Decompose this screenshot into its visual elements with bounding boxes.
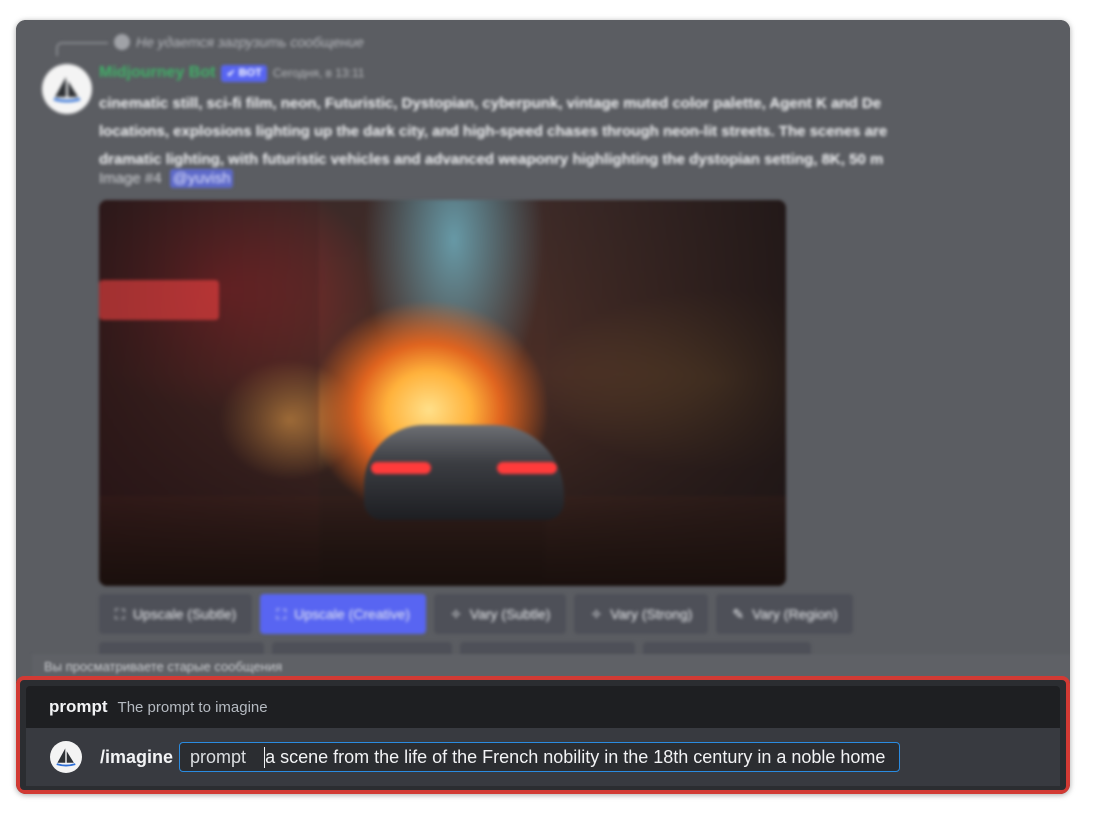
option-hint-bar[interactable]: prompt The prompt to imagine bbox=[26, 686, 1060, 728]
bot-avatar[interactable] bbox=[42, 64, 92, 114]
button-label: Upscale (Creative) bbox=[294, 606, 411, 622]
message-input-row[interactable]: /imagine prompt a scene from the life of… bbox=[26, 728, 1060, 786]
upscale-subtle-button[interactable]: ⛶ Upscale (Subtle) bbox=[99, 594, 253, 634]
message-prompt-text: cinematic still, sci-fi film, neon, Futu… bbox=[99, 90, 1070, 174]
sparkle-icon: ✧ bbox=[590, 605, 603, 622]
brush-icon: ✎ bbox=[732, 605, 745, 622]
upscale-icon: ⛶ bbox=[115, 605, 125, 622]
prompt-line: locations, explosions lighting up the da… bbox=[99, 123, 888, 140]
button-label: Vary (Strong) bbox=[610, 606, 693, 622]
message-timestamp: Сегодня, в 13:11 bbox=[272, 66, 365, 80]
hint-option-name: prompt bbox=[49, 697, 108, 716]
upscale-icon: ⛶ bbox=[276, 605, 287, 622]
image-meta: Image #4 @yuvish bbox=[99, 169, 234, 188]
command-composer: prompt The prompt to imagine /imagine pr… bbox=[16, 676, 1070, 794]
author-name[interactable]: Midjourney Bot bbox=[99, 64, 215, 82]
reply-text: Не удается загрузить сообщение bbox=[136, 34, 364, 50]
vary-strong-button[interactable]: ✧ Vary (Strong) bbox=[574, 594, 709, 634]
vary-region-button[interactable]: ✎ Vary (Region) bbox=[716, 594, 854, 634]
bot-badge-label: BOT bbox=[238, 67, 262, 79]
image-taillight bbox=[497, 462, 557, 474]
hint-option-description: The prompt to imagine bbox=[117, 698, 268, 716]
button-label: Upscale (Subtle) bbox=[132, 606, 237, 622]
midjourney-logo-icon bbox=[56, 748, 76, 767]
message-header: Midjourney Bot ✔ BOT Сегодня, в 13:11 bbox=[99, 64, 364, 82]
midjourney-logo-icon bbox=[53, 77, 81, 103]
vary-subtle-button[interactable]: ✧ Vary (Subtle) bbox=[434, 594, 567, 634]
prompt-line: dramatic lighting, with futuristic vehic… bbox=[99, 151, 884, 168]
reply-reference[interactable]: Не удается загрузить сообщение bbox=[114, 34, 364, 50]
prompt-line: cinematic still, sci-fi film, neon, Futu… bbox=[99, 95, 882, 112]
bot-badge: ✔ BOT bbox=[221, 64, 267, 82]
option-label: prompt bbox=[190, 746, 247, 767]
button-label: Vary (Subtle) bbox=[469, 606, 551, 622]
checkmark-icon: ✔ bbox=[226, 67, 236, 80]
command-app-avatar bbox=[50, 741, 82, 773]
sparkle-icon: ✧ bbox=[450, 605, 462, 622]
generated-image[interactable] bbox=[99, 200, 786, 586]
action-buttons: ⛶ Upscale (Subtle) ⛶ Upscale (Creative) … bbox=[99, 594, 854, 634]
slash-command: /imagine bbox=[100, 746, 174, 767]
prompt-input-value[interactable]: a scene from the life of the French nobi… bbox=[264, 746, 899, 768]
image-label: Image #4 bbox=[99, 170, 162, 187]
reply-connector bbox=[56, 42, 108, 56]
reply-avatar-icon bbox=[114, 34, 130, 50]
chat-area: Не удается загрузить сообщение Midjourne… bbox=[16, 20, 1070, 682]
button-label: Vary (Region) bbox=[752, 606, 838, 622]
upscale-creative-button[interactable]: ⛶ Upscale (Creative) bbox=[260, 594, 427, 634]
user-mention[interactable]: @yuvish bbox=[169, 169, 234, 188]
discord-window: Не удается загрузить сообщение Midjourne… bbox=[16, 20, 1070, 794]
prompt-option-field[interactable]: prompt a scene from the life of the Fren… bbox=[179, 742, 901, 772]
image-taillight bbox=[371, 462, 431, 474]
image-neon-sign bbox=[99, 280, 219, 320]
